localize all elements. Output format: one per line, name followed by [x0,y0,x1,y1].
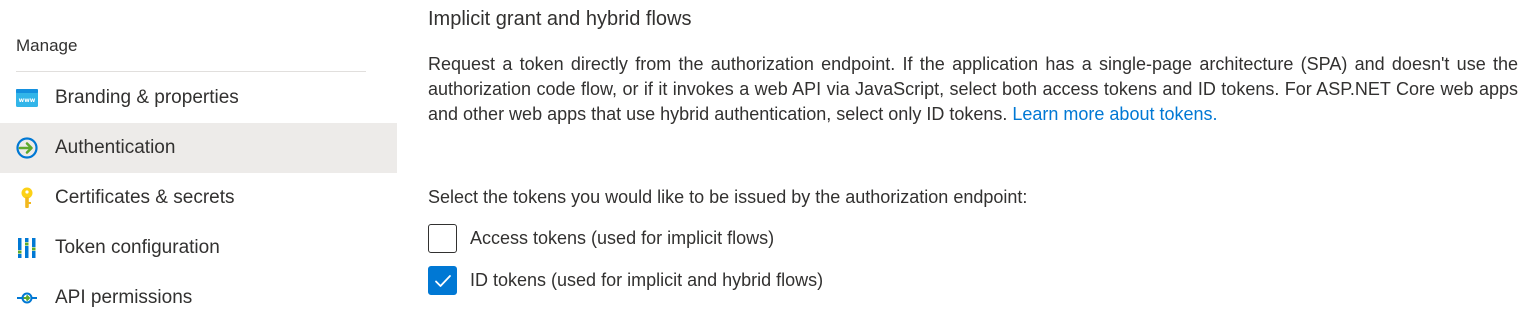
sidebar-item-label: Branding & properties [55,87,239,108]
sidebar-item-branding[interactable]: www Branding & properties [0,73,397,123]
sidebar-item-certificates[interactable]: Certificates & secrets [0,173,397,223]
token-selection-prompt: Select the tokens you would like to be i… [428,187,1028,207]
sidebar-item-api-permissions[interactable]: API permissions [0,273,397,319]
sidebar-divider [16,71,366,72]
sidebar-item-label: API permissions [55,287,193,308]
access-tokens-checkbox[interactable] [428,224,457,253]
authentication-icon [16,137,38,159]
sidebar-item-label: Authentication [55,137,176,158]
access-tokens-label: Access tokens (used for implicit flows) [470,228,775,248]
description-text: Request a token directly from the author… [428,52,1518,127]
svg-text:www: www [19,97,36,104]
branding-icon: www [16,87,38,109]
access-tokens-option[interactable]: Access tokens (used for implicit flows) [428,224,774,253]
api-permissions-icon [16,287,38,309]
sidebar-item-authentication[interactable]: Authentication [0,123,397,173]
id-tokens-checkbox[interactable] [428,266,457,295]
sidebar-item-label: Token configuration [55,237,220,258]
key-icon [16,187,38,209]
learn-more-link[interactable]: Learn more about tokens. [1012,104,1217,124]
section-heading: Implicit grant and hybrid flows [428,8,692,30]
description-body: Request a token directly from the author… [428,54,1518,124]
token-config-icon [16,237,38,259]
sidebar-item-label: Certificates & secrets [55,187,235,208]
id-tokens-option[interactable]: ID tokens (used for implicit and hybrid … [428,266,823,295]
sidebar: Manage www Branding & properties Authent… [0,0,397,319]
sidebar-item-token-configuration[interactable]: Token configuration [0,223,397,273]
checkmark-icon [434,274,451,287]
id-tokens-label: ID tokens (used for implicit and hybrid … [470,270,824,290]
section-title-manage: Manage [16,36,78,55]
